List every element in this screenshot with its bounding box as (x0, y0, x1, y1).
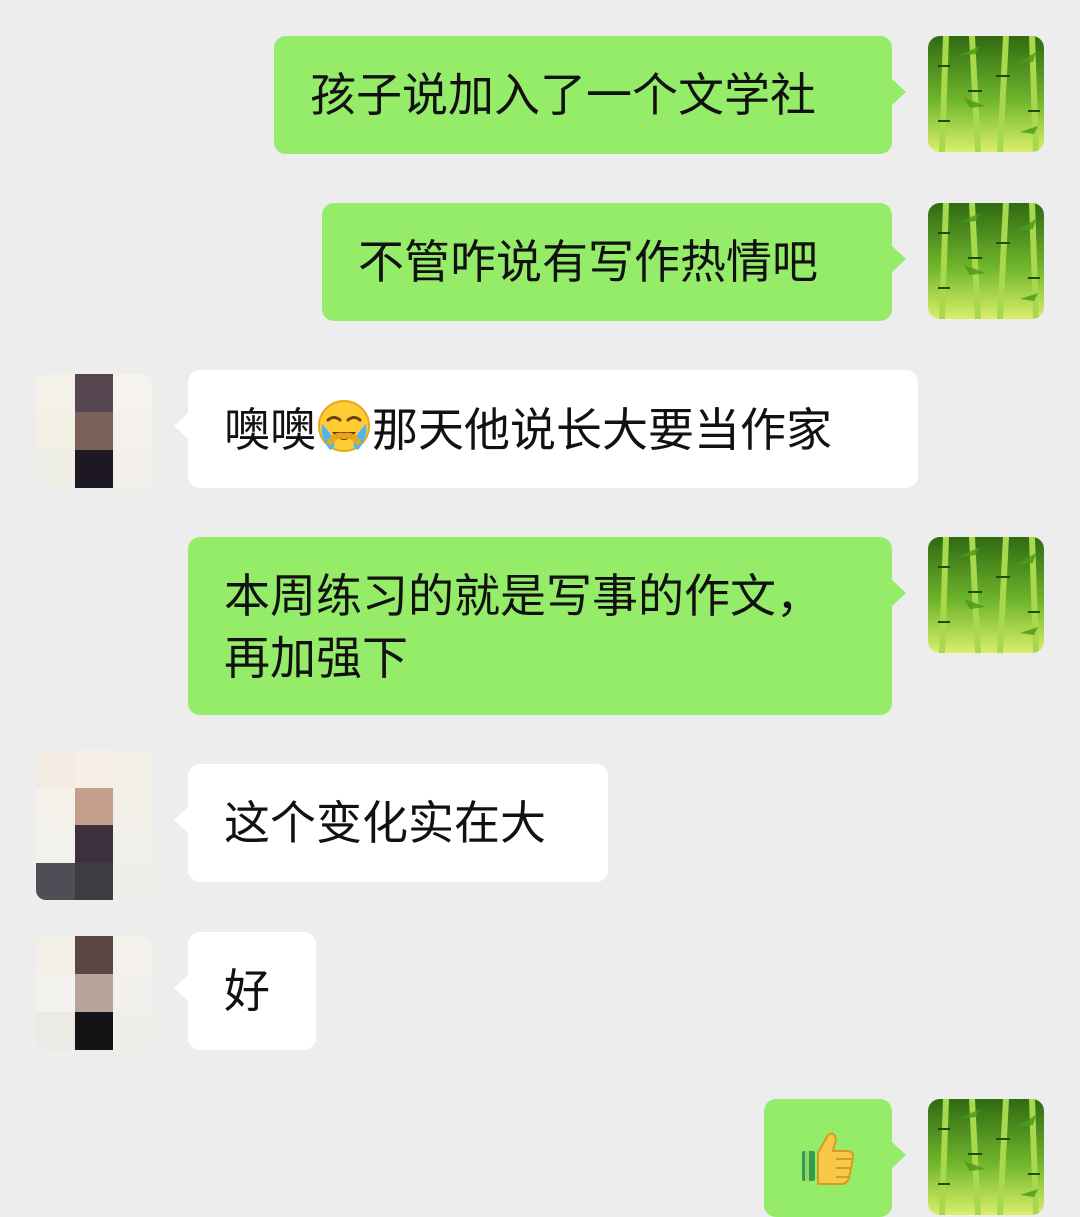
my-avatar[interactable] (928, 537, 1044, 653)
message-text-line-2: 再加强下 (224, 631, 408, 685)
message-bubble-incoming[interactable]: 噢噢 那天他说长大要当作家 (174, 370, 918, 488)
message-bubble-outgoing[interactable] (764, 1099, 906, 1217)
loudly-crying-face-emoji-icon (316, 398, 372, 469)
message-bubble-incoming[interactable]: 这个变化实在大 (174, 764, 608, 882)
message-text: 那天他说长大要当作家 (372, 403, 832, 457)
message-text: 噢噢 (224, 403, 316, 457)
message-bubble-incoming[interactable]: 好 (174, 932, 316, 1050)
contact-avatar[interactable] (36, 750, 152, 900)
my-avatar[interactable] (928, 203, 1044, 319)
contact-avatar[interactable] (36, 936, 152, 1050)
contact-avatar[interactable] (36, 374, 152, 488)
message-text: 这个变化实在大 (224, 796, 546, 850)
message-text: 孩子说加入了一个文学社 (310, 68, 816, 122)
message-bubble-outgoing[interactable]: 孩子说加入了一个文学社 (274, 36, 906, 154)
message-row: 本周练习的就是写事的作文， 再加强下 (0, 537, 1080, 715)
message-row: 这个变化实在大 (0, 750, 1080, 900)
message-text: 好 (224, 964, 270, 1018)
message-row: 不管咋说有写作热情吧 (0, 203, 1080, 321)
message-text-line-1: 本周练习的就是写事的作文， (224, 569, 822, 623)
message-row: 孩子说加入了一个文学社 (0, 36, 1080, 154)
my-avatar[interactable] (928, 1099, 1044, 1215)
my-avatar[interactable] (928, 36, 1044, 152)
chat-message-list[interactable]: 孩子说加入了一个文学社 不管咋说有写作热情吧 噢噢 那天他说长大要当作家 本周练… (0, 0, 1080, 1217)
message-row: 噢噢 那天他说长大要当作家 (0, 370, 1080, 488)
message-bubble-outgoing[interactable]: 本周练习的就是写事的作文， 再加强下 (188, 537, 906, 715)
message-text: 不管咋说有写作热情吧 (358, 235, 818, 289)
message-row: 好 (0, 932, 1080, 1050)
message-row (0, 1099, 1080, 1217)
message-bubble-outgoing[interactable]: 不管咋说有写作热情吧 (322, 203, 906, 321)
thumbs-up-emoji-icon (800, 1127, 858, 1200)
